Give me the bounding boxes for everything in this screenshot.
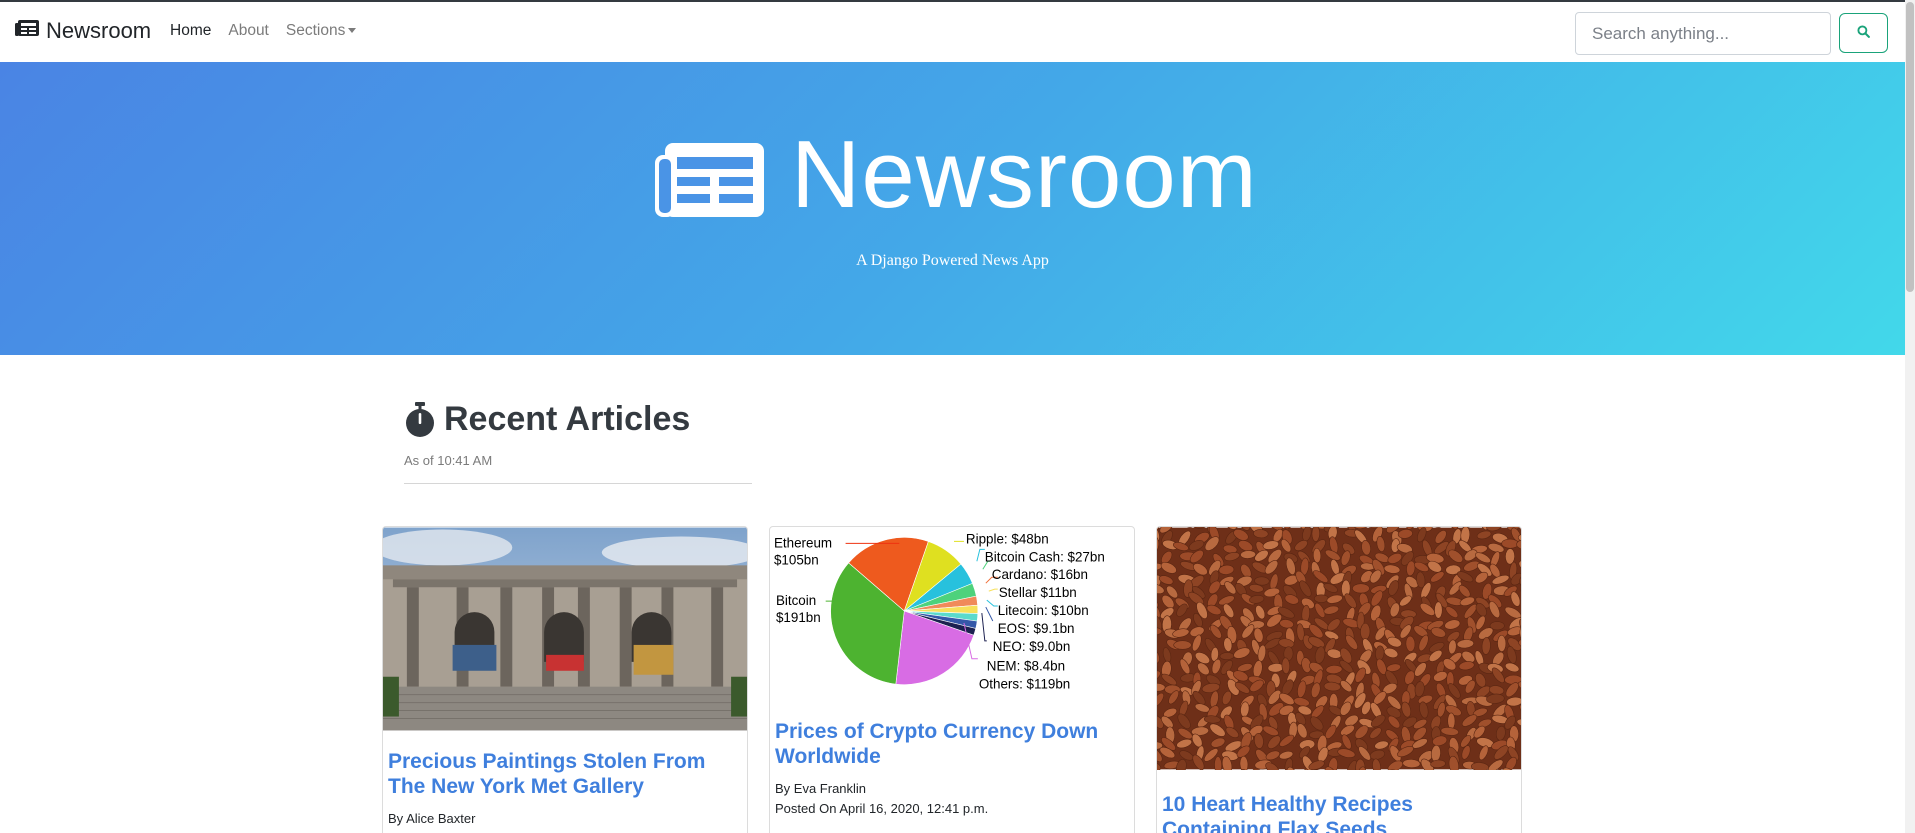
pie-label-eos: EOS: $9.1bn <box>998 621 1075 636</box>
article-title-link[interactable]: Prices of Crypto Currency Down Worldwide <box>775 719 1129 769</box>
article-card[interactable]: Precious Paintings Stolen From The New Y… <box>382 526 748 833</box>
pie-label-ethereum: Ethereum <box>774 535 832 550</box>
page-scrollbar[interactable] <box>1905 0 1915 833</box>
pie-label-litecoin: Litecoin: $10bn <box>998 603 1089 618</box>
pie-label-others: Others: $119bn <box>979 677 1070 692</box>
pie-label-ripple: Ripple: $48bn <box>966 531 1049 546</box>
nav-links: Home About Sections <box>170 22 357 40</box>
article-posted-date: Posted On April 16, 2020, 12:41 p.m. <box>775 801 989 816</box>
article-title-link[interactable]: Precious Paintings Stolen From The New Y… <box>388 749 742 799</box>
hero-title-text: Newsroom <box>791 121 1258 228</box>
flax-seeds-photo[interactable] <box>1157 527 1521 770</box>
search-input[interactable] <box>1575 12 1831 55</box>
pie-label-bitcoin-value: $191bn <box>776 610 821 625</box>
nav-sections-dropdown[interactable]: Sections <box>285 22 357 40</box>
hero-title: Newsroom <box>655 127 1258 223</box>
caret-down-icon <box>348 28 357 34</box>
brand-label: Newsroom <box>46 18 152 43</box>
article-author: By Eva Franklin <box>775 781 867 796</box>
pie-label-nem: NEM: $8.4bn <box>987 659 1065 674</box>
pie-label-bitcoin-cash: Bitcoin Cash: $27bn <box>985 549 1105 564</box>
section-title: Recent Articles <box>404 400 752 439</box>
navbar: Newsroom Home About Sections <box>0 0 1905 62</box>
hero-subtitle: A Django Powered News App <box>856 252 1049 269</box>
crypto-pie-chart[interactable]: Ethereum $105bn Bitcoin $191bn Ripple: $… <box>770 527 1134 705</box>
museum-building-photo[interactable] <box>383 527 747 731</box>
newspaper-icon <box>655 138 765 217</box>
article-card[interactable]: Ethereum $105bn Bitcoin $191bn Ripple: $… <box>769 526 1135 833</box>
stopwatch-icon <box>404 401 436 438</box>
hero-banner: Newsroom A Django Powered News App <box>0 62 1905 355</box>
nav-sections-label: Sections <box>285 22 346 39</box>
article-title-link[interactable]: 10 Heart Healthy Recipes Containing Flax… <box>1162 792 1516 833</box>
search-button[interactable] <box>1839 13 1888 53</box>
search-icon <box>1857 25 1870 41</box>
brand-link[interactable]: Newsroom <box>14 18 151 44</box>
nav-about[interactable]: About <box>228 22 269 40</box>
pie-label-stellar: Stellar $11bn <box>999 585 1077 600</box>
pie-label-ethereum-value: $105bn <box>774 552 819 567</box>
scrollbar-thumb[interactable] <box>1906 2 1914 292</box>
recent-articles-header: Recent Articles As of 10:41 AM <box>404 400 752 484</box>
divider <box>404 483 752 484</box>
article-author: By Alice Baxter <box>388 811 476 826</box>
nav-home[interactable]: Home <box>170 22 211 40</box>
recent-timestamp: As of 10:41 AM <box>404 453 493 468</box>
pie-label-bitcoin: Bitcoin <box>776 593 816 608</box>
pie-label-cardano: Cardano: $16bn <box>992 567 1088 582</box>
pie-label-neo: NEO: $9.0bn <box>993 639 1071 654</box>
article-card[interactable]: 10 Heart Healthy Recipes Containing Flax… <box>1156 526 1522 833</box>
newspaper-icon <box>14 18 40 44</box>
section-title-text: Recent Articles <box>444 400 691 438</box>
